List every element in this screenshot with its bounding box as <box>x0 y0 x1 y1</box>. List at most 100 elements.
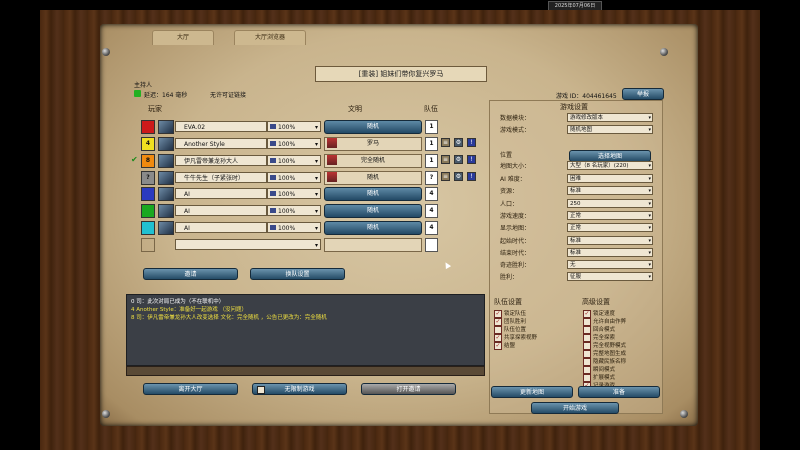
option-checkbox[interactable]: ✓ <box>494 342 502 350</box>
handicap-dropdown[interactable]: 100% ▾ <box>267 121 321 132</box>
color-box[interactable] <box>141 221 155 235</box>
info-icon[interactable]: ! <box>467 172 476 181</box>
option-checkbox[interactable] <box>583 366 591 374</box>
ready-check-icon: ✔ <box>131 155 138 164</box>
settings-icon[interactable]: ⚙ <box>454 155 463 164</box>
setting-dropdown[interactable]: 无 ▾ <box>567 260 653 269</box>
player-name[interactable]: EVA.02 <box>175 121 267 132</box>
option-checkbox[interactable]: ✓ <box>494 318 502 326</box>
slot-dropdown[interactable]: ▾ <box>175 239 321 250</box>
leave-lobby-button[interactable]: 离开大厅 <box>143 383 238 395</box>
setting-dropdown[interactable]: 大型（8 名玩家）(220) ▾ <box>567 161 653 170</box>
chevron-down-icon: ▾ <box>648 225 651 231</box>
option-checkbox[interactable] <box>583 358 591 366</box>
player-name-text: 伊凡雷帝兼龙孙大人 <box>184 158 239 165</box>
team-box[interactable]: 1 <box>425 120 438 134</box>
setting-dropdown[interactable]: 250 ▾ <box>567 199 653 208</box>
player-name[interactable]: 牛牛先生（子紧张时） <box>175 172 267 183</box>
unlimited-game-button[interactable]: 无限制游戏 <box>252 383 347 395</box>
color-box[interactable] <box>141 238 155 252</box>
option-checkbox[interactable]: ✓ <box>494 334 502 342</box>
info-icon[interactable]: ! <box>467 155 476 164</box>
team-box[interactable]: 4 <box>425 221 438 235</box>
report-button[interactable]: 举报 <box>622 88 664 100</box>
civ-label[interactable]: 罗马 <box>324 137 422 151</box>
invite-button[interactable]: 邀请 <box>143 268 238 280</box>
setting-dropdown[interactable]: 征服 ▾ <box>567 272 653 281</box>
handicap-dropdown[interactable]: 100% ▾ <box>267 172 321 183</box>
handicap-dropdown[interactable]: 100% ▾ <box>267 138 321 149</box>
team-box[interactable]: 1 <box>425 154 438 168</box>
option-checkbox[interactable] <box>583 326 591 334</box>
color-box[interactable]: ? <box>141 171 155 185</box>
civ-label[interactable]: 完全随机 <box>324 154 422 168</box>
team-settings-button[interactable]: 换队设置 <box>250 268 345 280</box>
option-checkbox[interactable]: ✓ <box>583 310 591 318</box>
player-name[interactable]: Another Style <box>175 138 267 149</box>
ready-button[interactable]: 准备 <box>578 386 660 398</box>
settings-icon[interactable]: ⚙ <box>454 172 463 181</box>
setting-dropdown[interactable]: 标准 ▾ <box>567 186 653 195</box>
handicap-dropdown[interactable]: 100% ▾ <box>267 205 321 216</box>
handicap-dropdown[interactable]: 100% ▾ <box>267 188 321 199</box>
option-checkbox[interactable] <box>494 326 502 334</box>
option-checkbox[interactable] <box>583 334 591 342</box>
civ-button[interactable]: 随机 <box>324 120 422 134</box>
option-checkbox[interactable] <box>583 374 591 382</box>
start-game-button[interactable]: 开始游戏 <box>531 402 619 414</box>
handicap-dropdown[interactable]: 100% ▾ <box>267 155 321 166</box>
setting-value: 无 <box>570 262 576 268</box>
setting-dropdown[interactable]: 困难 ▾ <box>567 174 653 183</box>
open-invite-button[interactable]: 打开邀请 <box>361 383 456 395</box>
civ-button[interactable]: 随机 <box>324 221 422 235</box>
color-box[interactable] <box>141 120 155 134</box>
player-name[interactable]: AI <box>175 188 267 199</box>
civ-label[interactable]: 随机 <box>324 171 422 185</box>
setting-dropdown[interactable]: 正常 ▾ <box>567 211 653 220</box>
player-name[interactable]: AI <box>175 205 267 216</box>
color-box[interactable] <box>141 204 155 218</box>
team-box[interactable]: 4 <box>425 204 438 218</box>
team-box[interactable]: 4 <box>425 187 438 201</box>
option-checkbox[interactable] <box>583 342 591 350</box>
setting-dropdown[interactable]: 标准 ▾ <box>567 236 653 245</box>
stats-icon[interactable]: ≡ <box>441 138 450 147</box>
chevron-down-icon: ▾ <box>648 262 651 268</box>
player-name[interactable]: 伊凡雷帝兼龙孙大人 <box>175 155 267 166</box>
handicap-dropdown[interactable]: 100% ▾ <box>267 222 321 233</box>
info-icon[interactable]: ! <box>467 138 476 147</box>
player-name[interactable]: AI <box>175 222 267 233</box>
tab-lobby-browser[interactable]: 大厅浏览器 <box>234 30 306 45</box>
team-box[interactable]: ? <box>425 171 438 185</box>
option-checkbox[interactable]: ✓ <box>494 310 502 318</box>
setting-dropdown[interactable]: 游戏修改版本 ▾ <box>567 113 653 122</box>
setting-dropdown[interactable]: 正常 ▾ <box>567 223 653 232</box>
update-map-button[interactable]: 更新地图 <box>491 386 573 398</box>
setting-dropdown[interactable]: 随机地图 ▾ <box>567 125 653 134</box>
setting-value: 随机地图 <box>570 127 593 133</box>
setting-value: 征服 <box>570 274 582 280</box>
tab-lobby[interactable]: 大厅 <box>152 30 214 45</box>
color-box[interactable]: 4 <box>141 137 155 151</box>
stats-icon[interactable]: ≡ <box>441 155 450 164</box>
team-box[interactable]: 1 <box>425 137 438 151</box>
civ-button[interactable]: 随机 <box>324 204 422 218</box>
option-label: 共享探索视野 <box>504 335 538 341</box>
stats-icon[interactable]: ≡ <box>441 172 450 181</box>
setting-dropdown[interactable]: 标准 ▾ <box>567 248 653 257</box>
settings-icon[interactable]: ⚙ <box>454 138 463 147</box>
civ-button[interactable]: 随机 <box>324 187 422 201</box>
option-checkbox[interactable] <box>583 318 591 326</box>
option-checkbox[interactable] <box>583 350 591 358</box>
chevron-down-icon: ▾ <box>314 225 318 232</box>
ping-text: 延迟：164 毫秒 <box>144 92 188 99</box>
team-box[interactable] <box>425 238 438 252</box>
civ-emblem-icon <box>327 155 337 165</box>
color-box[interactable]: 8 <box>141 154 155 168</box>
chat-input[interactable] <box>126 366 485 376</box>
host-label: 主持人 <box>134 82 153 89</box>
setting-label: 数据模块： <box>500 115 531 122</box>
color-box[interactable] <box>141 187 155 201</box>
player-row: 打开▾ <box>141 238 485 252</box>
unlimited-game-label: 无限制游戏 <box>284 386 315 393</box>
